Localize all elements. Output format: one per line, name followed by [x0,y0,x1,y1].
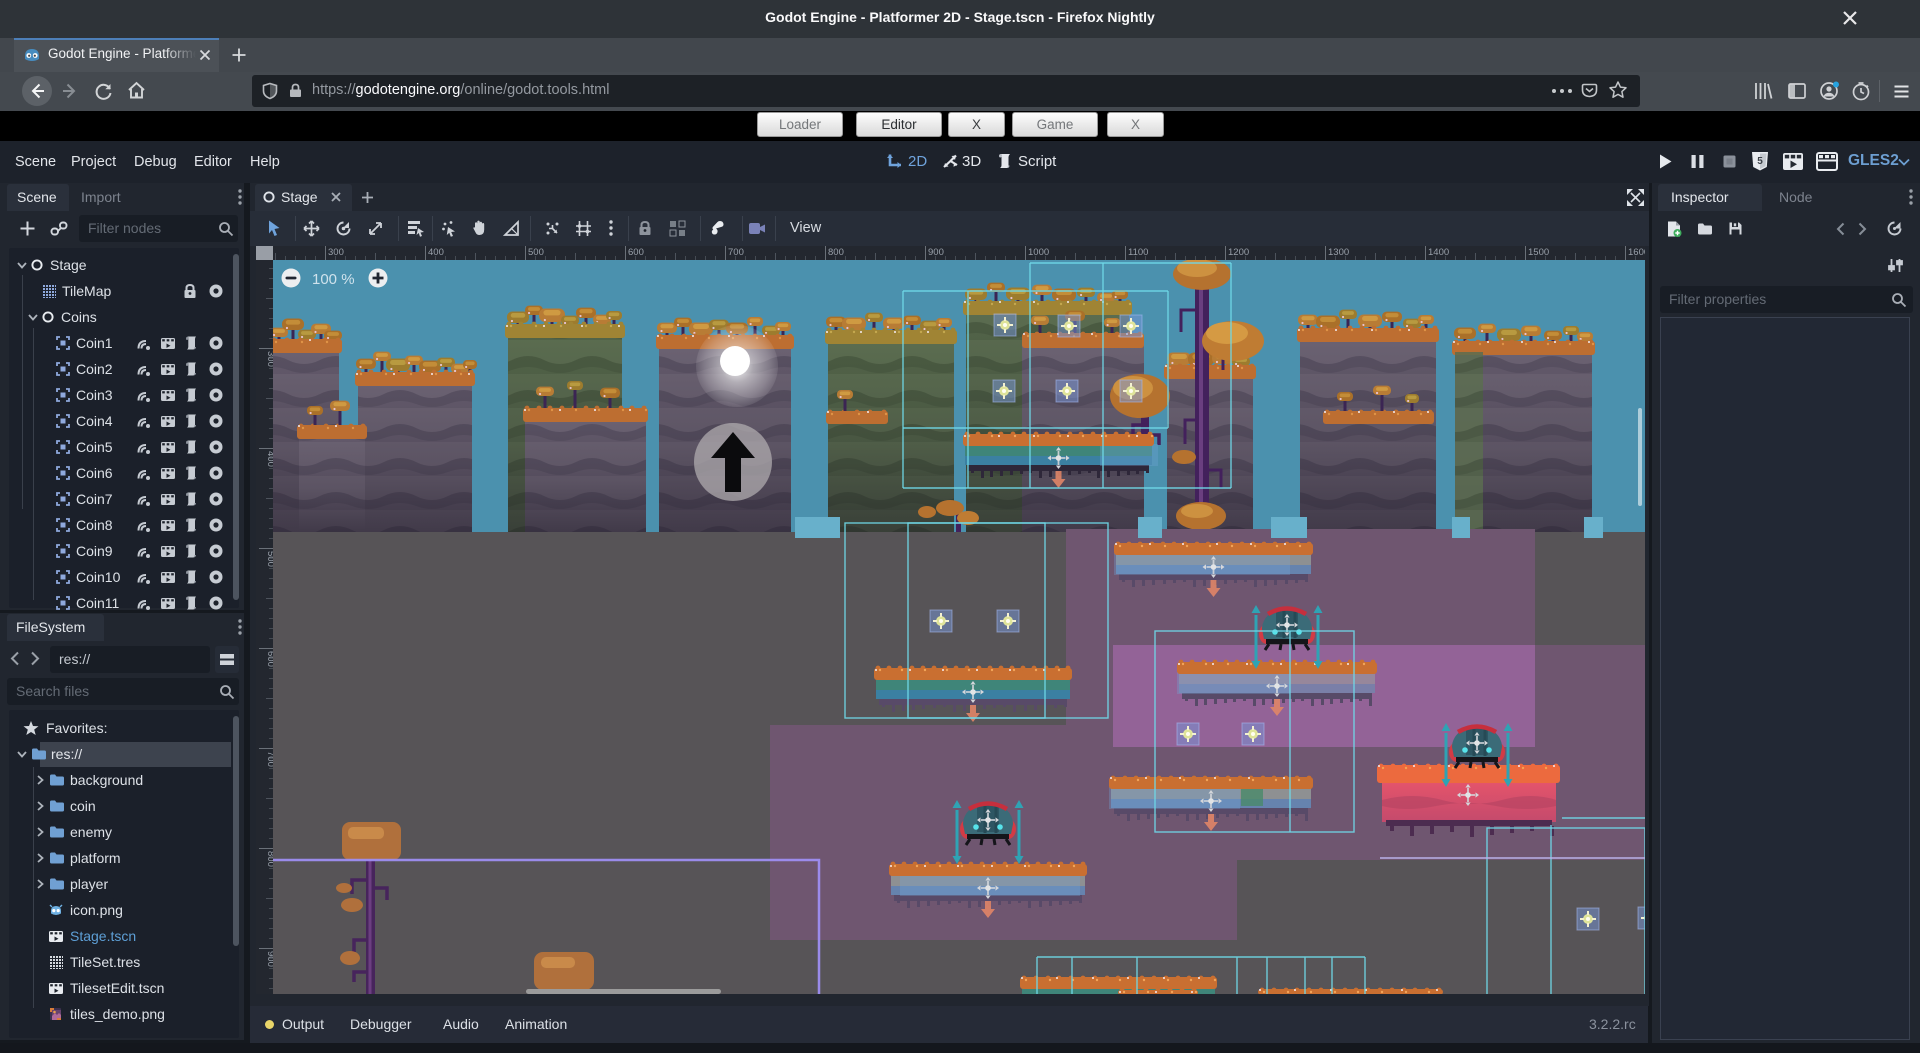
svg-text:100 %: 100 % [312,271,355,288]
svg-text:5: 5 [1757,156,1763,167]
svg-text:1600: 1600 [1628,247,1645,258]
